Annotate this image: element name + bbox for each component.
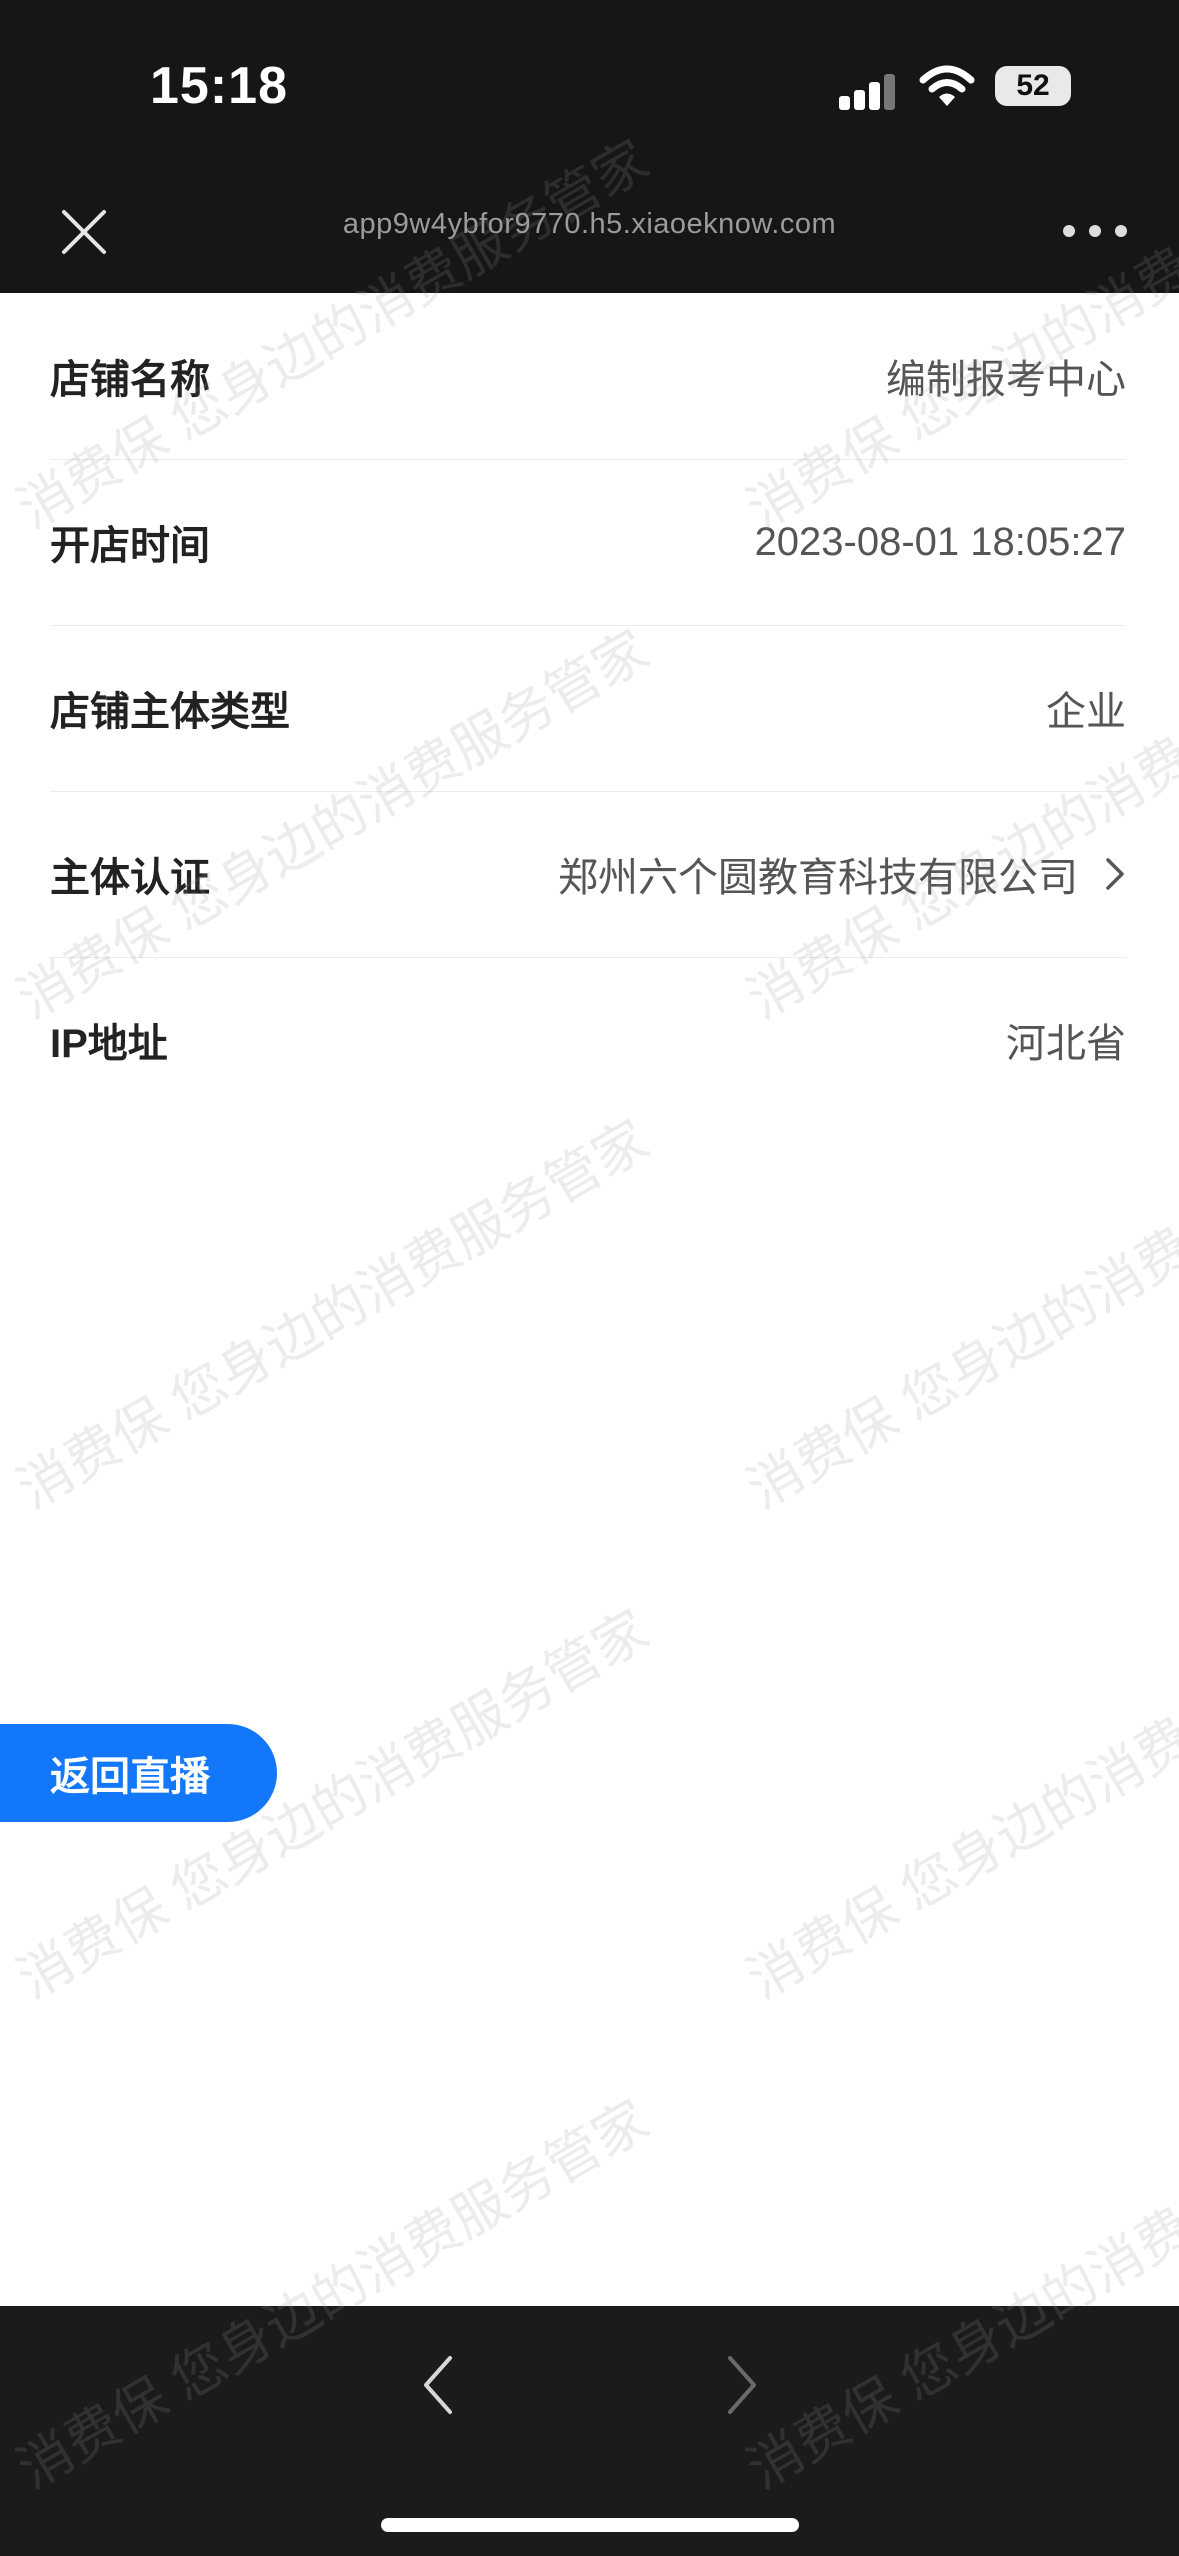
close-icon[interactable]: [52, 200, 116, 264]
row-label: 店铺主体类型: [50, 690, 290, 734]
forward-arrow-icon[interactable]: [722, 2350, 762, 2420]
row-label: 主体认证: [50, 856, 210, 900]
row-entity-certification[interactable]: 主体认证 郑州六个圆教育科技有限公司: [50, 791, 1126, 958]
back-to-live-button[interactable]: 返回直播: [0, 1724, 277, 1822]
battery-level: 52: [1016, 69, 1050, 102]
browser-bottom-bar: [0, 2306, 1179, 2556]
back-arrow-icon[interactable]: [418, 2350, 458, 2420]
home-indicator[interactable]: [381, 2518, 799, 2532]
wifi-icon: [919, 65, 975, 106]
row-ip-address: IP地址 河北省: [50, 957, 1126, 1123]
browser-nav-bar: app9w4ybfor9770.h5.xiaoeknow.com: [0, 180, 1179, 293]
watermark-text: 消费保 您身边的消费服务管家: [737, 1109, 1179, 1521]
status-time: 15:18: [150, 57, 288, 115]
row-value-wrap: 郑州六个圆教育科技有限公司: [558, 845, 1126, 903]
page-url: app9w4ybfor9770.h5.xiaoeknow.com: [342, 208, 837, 240]
status-bar: 15:18 52: [0, 0, 1179, 180]
row-value: 2023-08-01 18:05:27: [754, 519, 1126, 564]
row-value: 企业: [1046, 690, 1126, 734]
watermark-text: 消费保 您身边的消费服务管家: [7, 1109, 659, 1521]
row-label: 店铺名称: [50, 358, 210, 402]
cellular-signal-icon: [839, 70, 899, 110]
row-open-time: 开店时间 2023-08-01 18:05:27: [50, 459, 1126, 626]
row-value: 郑州六个圆教育科技有限公司: [558, 856, 1078, 900]
row-value: 编制报考中心: [886, 358, 1126, 402]
battery-icon: 52: [995, 66, 1071, 106]
more-icon[interactable]: [1059, 216, 1131, 246]
row-label: IP地址: [50, 1022, 168, 1066]
row-label: 开店时间: [50, 524, 210, 568]
row-entity-type: 店铺主体类型 企业: [50, 625, 1126, 792]
row-value: 河北省: [1006, 1022, 1126, 1066]
row-shop-name: 店铺名称 编制报考中心: [50, 293, 1126, 460]
chevron-right-icon: [1106, 858, 1124, 890]
watermark-text: 消费保 您身边的消费服务管家: [737, 1599, 1179, 2011]
